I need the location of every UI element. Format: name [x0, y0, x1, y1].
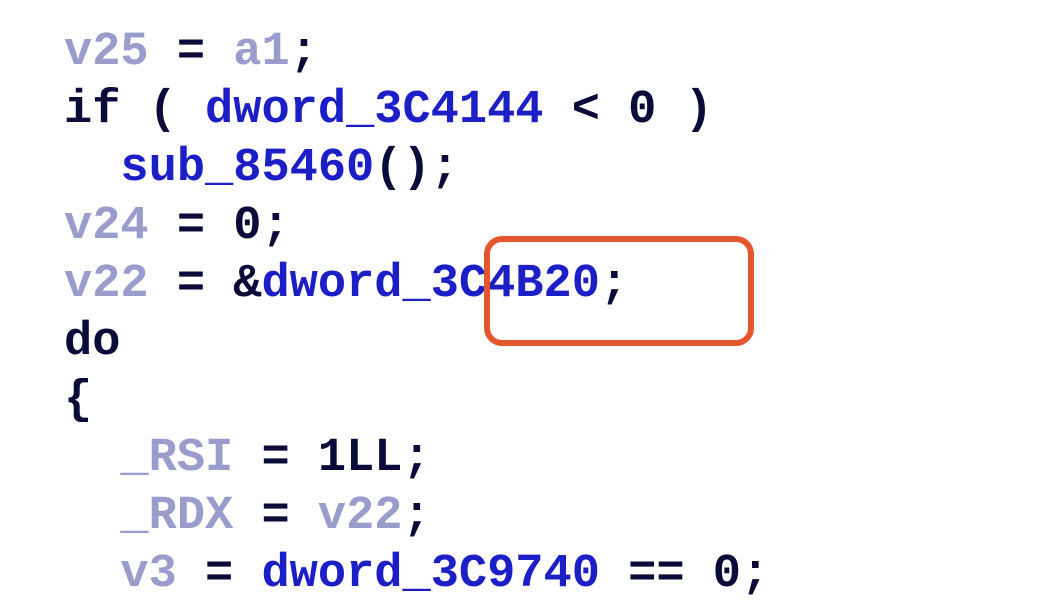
code-token-kw: if	[64, 84, 121, 137]
code-token-var: v3	[120, 548, 177, 601]
code-token-op: =	[148, 26, 234, 79]
code-token-var: _RSI	[120, 432, 234, 485]
code-token-op: ();	[374, 142, 459, 195]
code-line: {	[64, 372, 769, 430]
code-line: v25 = a1;	[64, 24, 769, 82]
code-token-op: ;	[402, 490, 431, 543]
code-token-num: 0	[233, 200, 262, 253]
code-token-op: =	[148, 258, 234, 311]
code-token-num: 0	[628, 84, 657, 137]
code-token-num: 0	[712, 548, 741, 601]
code-token-kw: do	[64, 316, 121, 369]
code-token-op: {	[64, 374, 93, 427]
code-token-op: =	[176, 548, 262, 601]
code-token-var: v22	[64, 258, 149, 311]
code-token-ident: sub_85460	[120, 142, 375, 195]
code-line: _RDX = v22;	[64, 488, 769, 546]
code-line: sub_85460();	[64, 140, 769, 198]
code-line: v3 = dword_3C9740 == 0;	[64, 546, 769, 604]
code-token-op: =	[148, 200, 234, 253]
code-line: _RSI = 1LL;	[64, 430, 769, 488]
code-token-op: =	[233, 432, 318, 485]
code-token-var: v24	[64, 200, 149, 253]
highlight-box	[484, 236, 754, 346]
code-token-var: _RDX	[120, 490, 234, 543]
code-token-ident: dword_3C9740	[261, 548, 600, 601]
code-token-op: (	[120, 84, 206, 137]
code-line: if ( dword_3C4144 < 0 )	[64, 82, 769, 140]
code-token-ident: dword_3C4144	[205, 84, 544, 137]
code-token-op: =	[233, 490, 318, 543]
code-token-var: v22	[317, 490, 403, 543]
code-token-op: <	[543, 84, 629, 137]
code-token-op: ;	[261, 200, 290, 253]
code-token-var: v25	[64, 26, 149, 79]
code-token-op: &	[233, 258, 262, 311]
code-token-op: )	[656, 84, 713, 137]
code-token-op: ;	[289, 26, 318, 79]
code-token-op: ;	[740, 548, 770, 601]
code-token-num: 1LL	[317, 432, 403, 485]
code-token-var: a1	[233, 26, 290, 79]
code-token-op: ==	[599, 548, 713, 601]
code-token-op: ;	[402, 432, 431, 485]
